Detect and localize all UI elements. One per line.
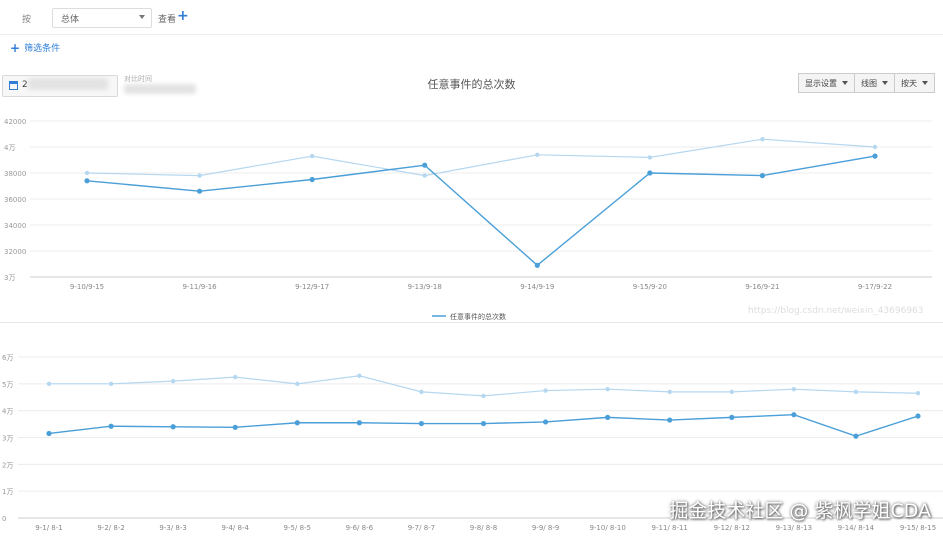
x-tick-label: 9-3/ 8-3 <box>159 524 186 532</box>
data-point <box>791 412 797 418</box>
data-point <box>294 420 300 426</box>
y-tick-label: 36000 <box>4 196 26 204</box>
x-tick-label: 9-11/ 8-11 <box>652 524 688 532</box>
csdn-watermark: https://blog.csdn.net/weixin_43696963 <box>748 306 924 316</box>
data-point <box>853 389 859 395</box>
data-point <box>647 170 653 176</box>
x-tick-label: 9-4/ 8-4 <box>221 524 249 532</box>
data-point <box>915 413 921 419</box>
data-point <box>853 433 859 439</box>
data-point <box>759 173 766 179</box>
data-point <box>108 381 114 387</box>
x-tick-label: 9-13/ 8-13 <box>776 524 812 532</box>
x-tick-label: 9-2/ 8-2 <box>97 524 124 532</box>
data-point <box>729 414 735 420</box>
x-tick-label: 9-10/9-15 <box>70 283 104 291</box>
series-line <box>49 375 919 397</box>
y-tick-label: 3万 <box>2 435 13 443</box>
data-point <box>667 389 672 395</box>
top-chart-panel: 按 总体 查看 + + 筛选条件 2 对比时间 任意事件的总次数 显示设置 线图 … <box>0 0 943 323</box>
y-tick-label: 6万 <box>2 354 13 362</box>
data-point <box>729 389 734 395</box>
data-point <box>197 173 202 178</box>
x-tick-label: 9-14/9-19 <box>520 283 554 291</box>
top-line-chart: 42000 4万 38000 36000 34000 32000 3万 9-10/9-15 9-… <box>4 118 932 321</box>
data-point <box>46 381 52 387</box>
y-tick-label: 4万 <box>4 144 15 152</box>
x-tick-label: 9-10/ 8-10 <box>589 524 625 532</box>
x-tick-label: 9-11/9-16 <box>183 283 218 291</box>
data-point <box>534 262 540 268</box>
y-tick-label: 5万 <box>2 381 13 389</box>
data-point <box>309 176 315 183</box>
watermark-text: 掘金技术社区 @ 紫枫学姐CDA <box>669 500 931 522</box>
y-tick-label: 0 <box>2 515 6 523</box>
data-point <box>418 420 425 427</box>
data-point <box>535 152 540 157</box>
x-tick-label: 9-5/ 8-5 <box>284 524 311 532</box>
data-point <box>84 170 90 176</box>
data-point <box>647 155 653 160</box>
data-point <box>872 144 878 150</box>
data-point <box>356 420 362 426</box>
y-tick-label: 1万 <box>2 488 13 496</box>
y-tick-label: 32000 <box>4 248 26 256</box>
x-tick-label: 9-13/9-18 <box>408 283 442 291</box>
x-tick-label: 9-7/ 8-7 <box>408 524 435 532</box>
data-point <box>760 137 765 142</box>
data-point <box>232 424 238 430</box>
data-point <box>422 173 427 178</box>
y-tick-label: 2万 <box>2 461 13 469</box>
data-point <box>46 430 52 437</box>
legend-label: 任意事件的总次数 <box>450 312 506 321</box>
y-tick-label: 38000 <box>4 170 26 178</box>
data-point <box>605 414 611 420</box>
data-point <box>542 419 549 425</box>
data-point <box>422 162 428 168</box>
y-tick-label: 3万 <box>4 274 15 282</box>
y-tick-label: 34000 <box>4 222 26 230</box>
data-point <box>170 378 176 384</box>
x-tick-label: 9-14/ 8-14 <box>838 524 875 532</box>
x-tick-label: 9-12/ 8-12 <box>714 524 750 532</box>
x-tick-label: 9-16/9-21 <box>745 283 779 291</box>
data-point <box>543 388 548 393</box>
data-point <box>170 424 176 430</box>
data-point <box>915 391 921 396</box>
x-tick-label: 9-6/ 8-6 <box>346 524 374 532</box>
data-point <box>309 153 315 159</box>
series-line <box>86 138 876 177</box>
x-tick-label: 9-9/ 8-9 <box>532 524 559 532</box>
data-point <box>357 373 362 378</box>
series-line <box>86 155 876 267</box>
x-tick-label: 9-17/9-22 <box>858 283 892 291</box>
x-tick-label: 9-1/ 8-1 <box>35 524 62 532</box>
data-point <box>667 417 673 423</box>
data-point <box>481 393 486 399</box>
data-point <box>295 381 300 387</box>
data-point <box>419 389 424 395</box>
y-tick-label: 4万 <box>2 408 13 416</box>
x-tick-label: 9-15/ 8-15 <box>900 524 936 532</box>
x-tick-label: 9-8/ 8-8 <box>470 524 497 532</box>
data-point <box>196 188 203 194</box>
y-tick-label: 42000 <box>4 118 26 126</box>
data-point <box>872 153 878 159</box>
data-point <box>791 387 797 392</box>
data-point <box>605 387 610 392</box>
data-point <box>480 420 487 427</box>
data-point <box>233 374 238 380</box>
x-tick-label: 9-15/9-20 <box>633 283 667 291</box>
data-point <box>108 423 114 429</box>
x-tick-label: 9-12/9-17 <box>295 283 329 291</box>
data-point <box>84 178 90 184</box>
